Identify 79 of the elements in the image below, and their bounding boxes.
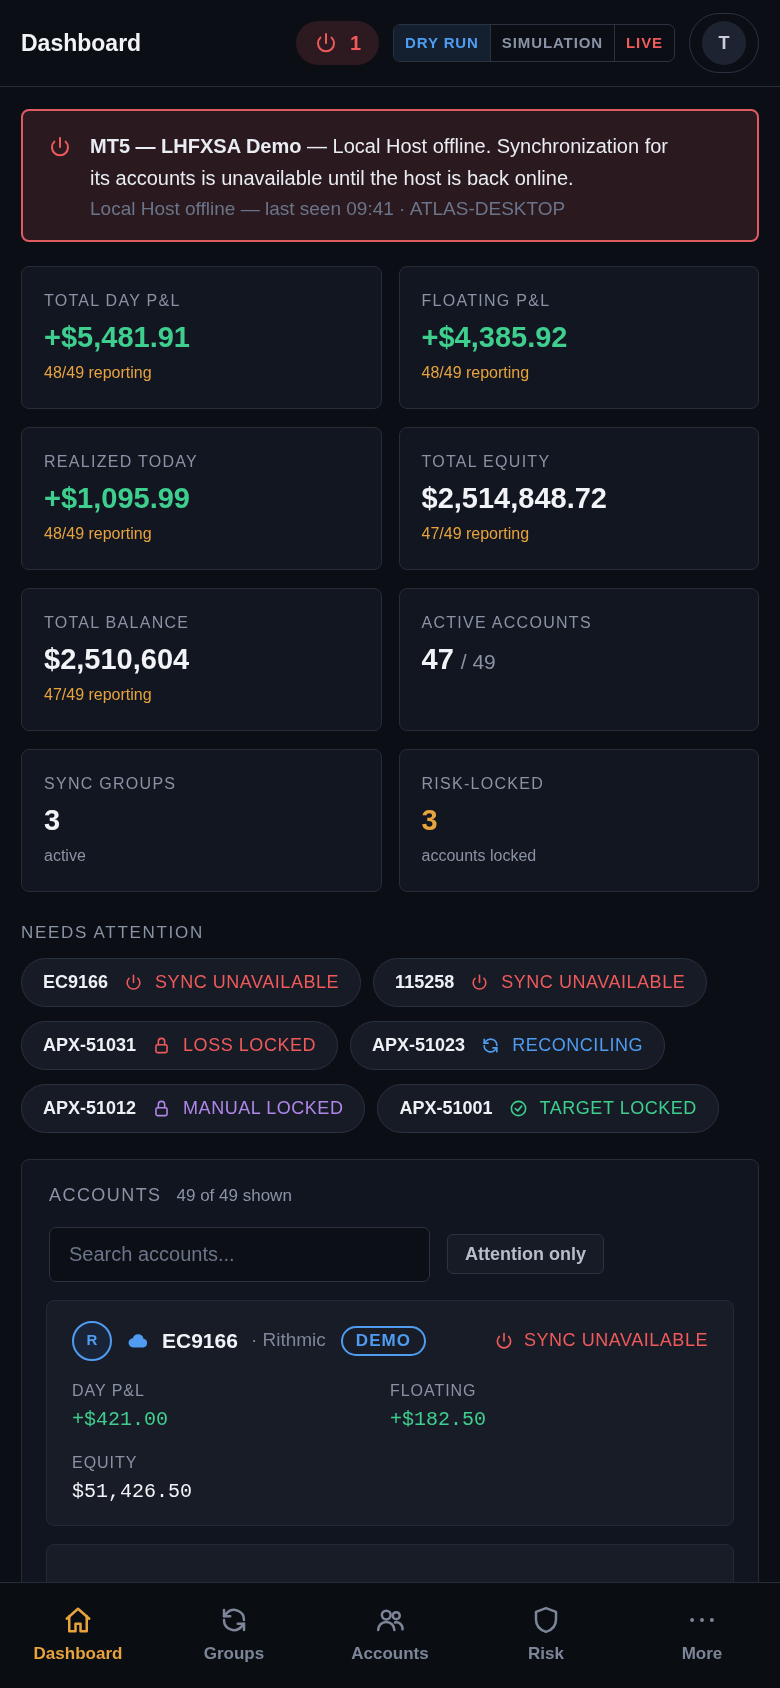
stat-label: ACTIVE ACCOUNTS <box>421 613 593 633</box>
filter-button[interactable]: Attention only <box>447 1234 604 1274</box>
stat-label: TOTAL DAY P&L <box>44 291 182 311</box>
power-icon <box>124 972 144 992</box>
attention-chip[interactable]: APX-51012 MANUAL LOCKED <box>21 1083 366 1133</box>
mode-tab[interactable]: DRY RUN <box>394 25 490 61</box>
mode-tab[interactable]: LIVE <box>614 25 674 61</box>
account-card[interactable]: R EC9166 · Rithmic DEMO SYNC UNAVAILABLE DAY P&L +$421.00 FLOATING +$182.50 EQUITY $51,426.50 <box>46 1299 734 1526</box>
stat-label: TOTAL EQUITY <box>421 452 552 472</box>
stat-label: SYNC GROUPS <box>44 774 178 794</box>
account-type-tag: DEMO <box>340 1325 426 1356</box>
stat-value: +$4,385.92 <box>421 320 568 355</box>
stat-note: 48/49 reporting <box>44 363 153 383</box>
nav-tab[interactable]: Risk <box>468 1583 624 1688</box>
stat-value: 3 <box>421 803 438 838</box>
stat-note: active <box>44 846 87 866</box>
account-id: APX-51023 <box>372 1033 466 1057</box>
alert-message: MT5 — LHFXSA Demo — Local Host offline. Synchronization for its accounts is unavailable until the host is back online. <box>90 134 669 191</box>
account-id: EC9166 <box>43 970 109 994</box>
stat-value: $2,510,604 <box>44 642 190 677</box>
alert-detail: Local Host offline — last seen 09:41 · ATLAS-DESKTOP <box>90 197 567 221</box>
section-title: NEEDS ATTENTION <box>21 922 205 944</box>
stat-value: +$1,095.99 <box>44 481 190 516</box>
stat-value: 3 <box>44 803 61 838</box>
search-field[interactable]: Search accounts... <box>49 1226 430 1282</box>
sync-icon <box>481 1035 501 1055</box>
account-status: SYNC UNAVAILABLE <box>523 1329 708 1352</box>
account-status: SYNC UNAVAILABLE <box>501 970 686 994</box>
power-icon <box>48 135 72 159</box>
metric-label: FLOATING <box>390 1380 478 1401</box>
nav-tab[interactable]: Accounts <box>312 1583 468 1688</box>
stat-note: 48/49 reporting <box>44 524 153 544</box>
stat-label: RISK-LOCKED <box>421 774 546 794</box>
account-id: APX-51001 <box>399 1096 493 1120</box>
stat-label: FLOATING P&L <box>421 291 552 311</box>
stat-value: $2,514,848.72 <box>421 481 607 516</box>
avatar: T <box>702 21 746 65</box>
account-name: EC9166 <box>162 1327 238 1354</box>
metric-label: EQUITY <box>72 1452 139 1473</box>
account-id: 115258 <box>395 970 455 994</box>
account-status: SYNC UNAVAILABLE <box>155 970 340 994</box>
attention-chip[interactable]: APX-51001 TARGET LOCKED <box>377 1083 719 1133</box>
account-status: LOSS LOCKED <box>183 1033 317 1057</box>
stat-note: 47/49 reporting <box>44 685 153 705</box>
stat-label: TOTAL BALANCE <box>44 613 191 633</box>
power-icon <box>470 972 490 992</box>
account-id: APX-51031 <box>43 1033 137 1057</box>
panel-title: ACCOUNTS <box>49 1183 162 1207</box>
nav-tab[interactable]: Groups <box>156 1583 312 1688</box>
stat-value: 47 <box>421 642 454 677</box>
account-status: MANUAL LOCKED <box>183 1096 344 1120</box>
attention-chip[interactable]: 115258 SYNC UNAVAILABLE <box>373 957 708 1007</box>
stat-note: 47/49 reporting <box>421 524 531 544</box>
attention-chip[interactable]: EC9166 SYNC UNAVAILABLE <box>21 957 362 1007</box>
account-id: APX-51012 <box>43 1096 137 1120</box>
metric-value: $51,426.50 <box>72 1478 194 1505</box>
offline-badge[interactable]: 1 <box>295 21 379 65</box>
stat-label: REALIZED TODAY <box>44 452 199 472</box>
metric-value: +$182.50 <box>390 1406 487 1433</box>
attention-chip[interactable]: APX-51031 LOSS LOCKED <box>21 1020 339 1070</box>
nav-tab[interactable]: More <box>624 1583 780 1688</box>
page-title: Dashboard <box>21 28 142 58</box>
account-status: TARGET LOCKED <box>539 1096 697 1120</box>
mode-tab[interactable]: SIMULATION <box>489 25 615 61</box>
stat-note: accounts locked <box>421 846 538 866</box>
stat-total: / 49 <box>460 649 496 675</box>
account-count: 49 of 49 shown <box>176 1184 292 1207</box>
check-circle-icon <box>508 1098 528 1118</box>
metric-label: DAY P&L <box>72 1380 146 1401</box>
stat-note: 48/49 reporting <box>421 363 531 383</box>
metric-value: +$421.00 <box>72 1406 169 1433</box>
nav-tab[interactable]: Dashboard <box>0 1583 156 1688</box>
stat-value: +$5,481.91 <box>44 320 190 355</box>
attention-chip[interactable]: APX-51023 RECONCILING <box>350 1020 666 1070</box>
broker-avatar: R <box>72 1320 112 1361</box>
more-icon <box>690 1616 714 1623</box>
account-status: RECONCILING <box>512 1033 644 1057</box>
offline-count: 1 <box>349 31 361 56</box>
broker-name: · Rithmic <box>250 1328 326 1353</box>
